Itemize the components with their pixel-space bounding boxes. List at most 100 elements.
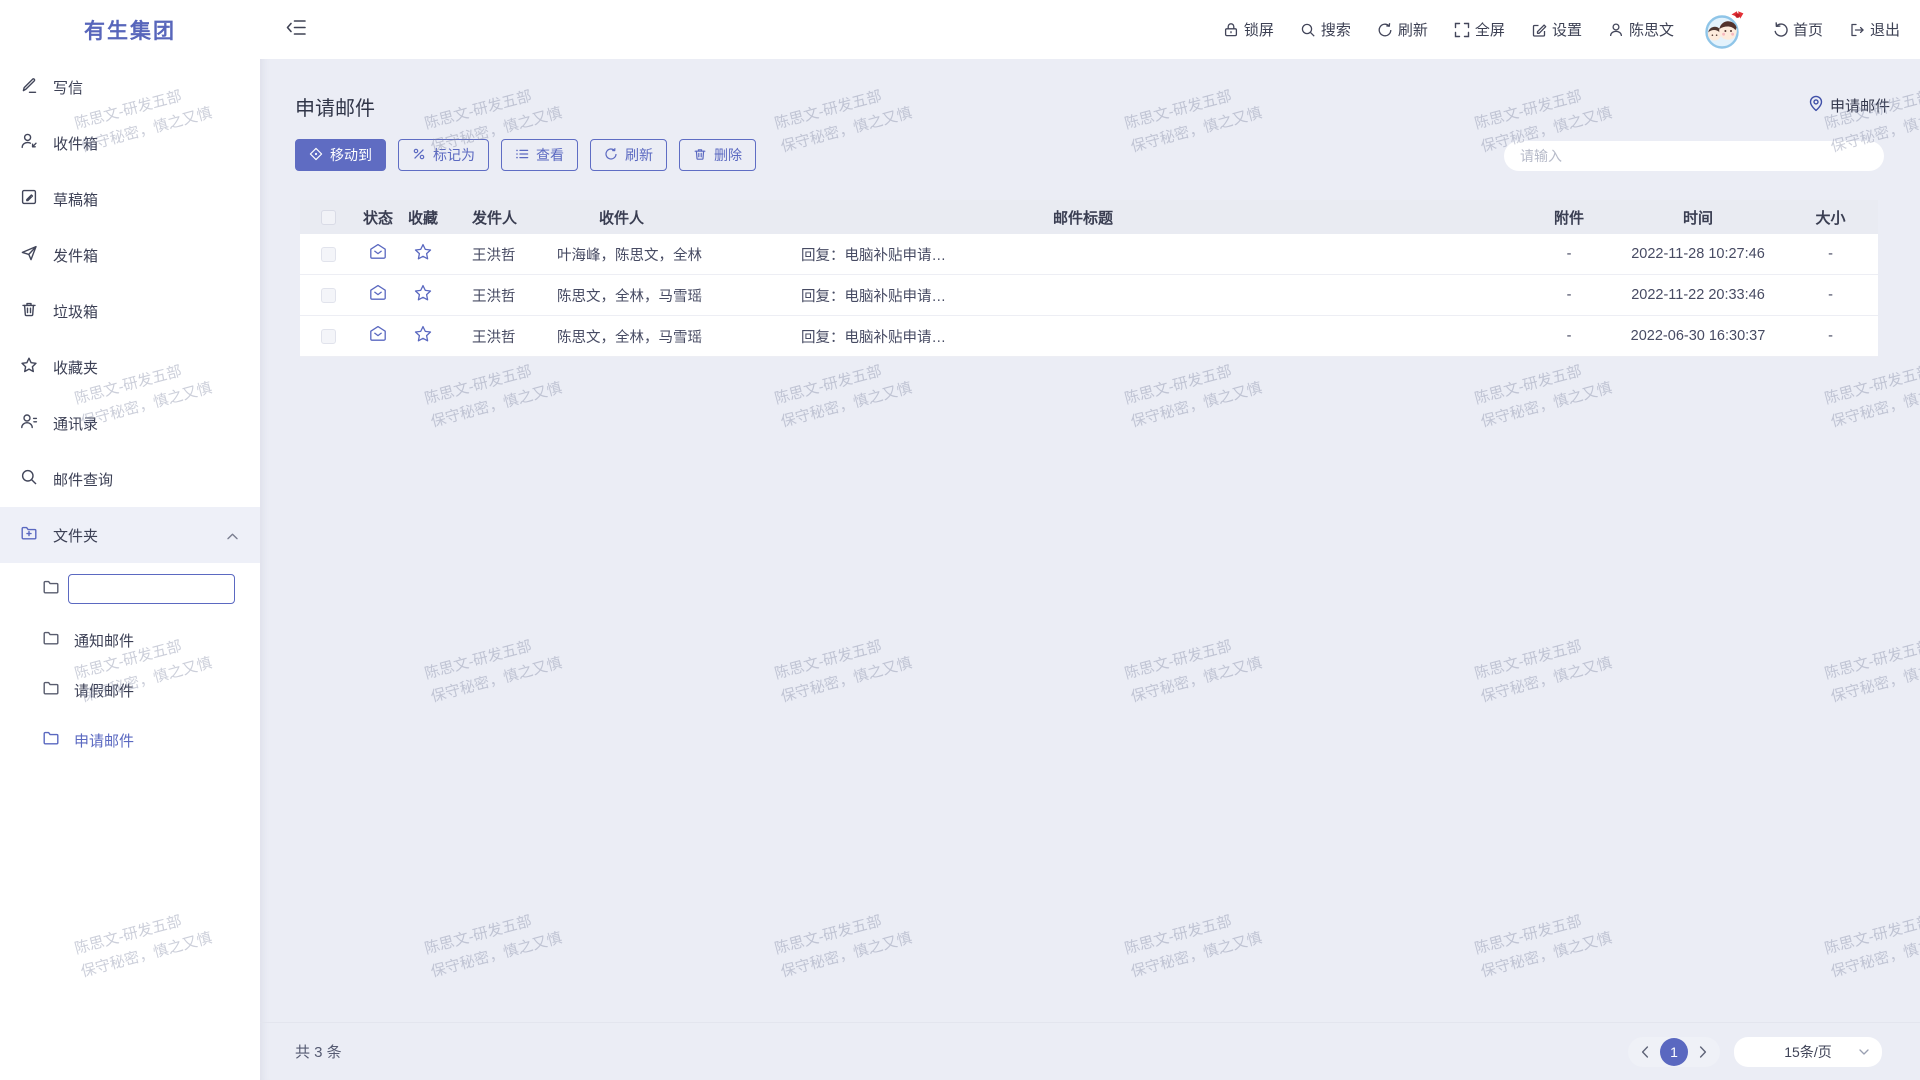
mail-to: 陈思文，全林，马雪瑶: [551, 326, 801, 347]
folder-item-notice[interactable]: 通知邮件: [0, 615, 260, 665]
row-checkbox[interactable]: [321, 288, 336, 303]
chevron-down-icon: [1859, 1049, 1869, 1055]
folder-icon: [42, 629, 60, 651]
toolbar: 移动到 标记为: [295, 139, 756, 171]
settings-button[interactable]: 设置: [1531, 19, 1582, 40]
menu-fold-icon: [286, 19, 306, 41]
sidebar-collapse-button[interactable]: [286, 19, 306, 41]
mail-from: 王洪哲: [446, 285, 551, 306]
sidebar-item-contacts[interactable]: 通讯录: [0, 395, 260, 451]
sidebar-item-trash[interactable]: 垃圾箱: [0, 283, 260, 339]
mail-time: 2022-11-22 20:33:46: [1613, 287, 1783, 303]
refresh-icon: [604, 147, 618, 164]
move-to-button[interactable]: 移动到: [295, 139, 386, 171]
next-page-button[interactable]: [1695, 1040, 1711, 1064]
sidebar-item-drafts[interactable]: 草稿箱: [0, 171, 260, 227]
page-size-select[interactable]: 15条/页: [1734, 1037, 1882, 1067]
mail-subject: 回复：电脑补贴申请…: [801, 244, 1525, 265]
home-button[interactable]: 首页: [1772, 19, 1823, 40]
row-checkbox[interactable]: [321, 247, 336, 262]
mail-time: 2022-11-28 10:27:46: [1613, 246, 1783, 262]
refresh-icon: [1377, 22, 1393, 38]
mail-row[interactable]: 王洪哲 陈思文，全林，马雪瑶 回复：电脑补贴申请… - 2022-11-22 2…: [300, 275, 1878, 316]
mail-attachment: -: [1525, 328, 1613, 344]
sidebar-item-inbox[interactable]: 收件箱: [0, 115, 260, 171]
favorite-star-icon[interactable]: [413, 283, 433, 307]
row-checkbox[interactable]: [321, 329, 336, 344]
favorite-star-icon[interactable]: [413, 324, 433, 348]
sidebar-item-sent[interactable]: 发件箱: [0, 227, 260, 283]
contacts-icon: [20, 412, 38, 434]
trash-icon: [20, 300, 38, 322]
col-attachment: 附件: [1525, 207, 1613, 228]
folder-item-leave[interactable]: 请假邮件: [0, 665, 260, 715]
top-navbar: 有生集团 锁屏: [0, 0, 1920, 59]
draft-icon: [20, 188, 38, 210]
col-to: 收件人: [551, 207, 801, 228]
mark-as-button[interactable]: 标记为: [398, 139, 489, 171]
mail-attachment: -: [1525, 246, 1613, 262]
star-icon: [20, 356, 38, 378]
mail-row[interactable]: 王洪哲 陈思文，全林，马雪瑶 回复：电脑补贴申请… - 2022-06-30 1…: [300, 316, 1878, 357]
trash-icon: [693, 147, 707, 164]
mail-subject: 回复：电脑补贴申请…: [801, 285, 1525, 306]
prev-page-button[interactable]: [1637, 1040, 1653, 1064]
edit-square-icon: [1531, 22, 1547, 38]
folder-item-application[interactable]: 申请邮件: [0, 715, 260, 765]
mark-icon: [412, 147, 426, 164]
user-avatar[interactable]: [1700, 7, 1746, 53]
sidebar-item-mail-search[interactable]: 邮件查询: [0, 451, 260, 507]
back-home-icon: [1772, 22, 1788, 38]
search-button[interactable]: 搜索: [1300, 19, 1351, 40]
mail-to: 叶海峰，陈思文，全林: [551, 244, 801, 265]
topbar-actions: 锁屏 搜索 刷新: [1223, 7, 1900, 53]
current-user-button[interactable]: 陈思文: [1608, 19, 1674, 40]
chevron-up-icon: [227, 527, 238, 544]
mail-attachment: -: [1525, 287, 1613, 303]
sidebar-item-folders[interactable]: 文件夹: [0, 507, 260, 563]
col-subject: 邮件标题: [801, 207, 1525, 228]
refresh-list-button[interactable]: 刷新: [590, 139, 667, 171]
delete-button[interactable]: 删除: [679, 139, 756, 171]
footer: 共 3 条 1 15条/页: [260, 1022, 1920, 1080]
refresh-button[interactable]: 刷新: [1377, 19, 1428, 40]
breadcrumb: 申请邮件: [1808, 95, 1890, 116]
favorite-star-icon[interactable]: [413, 242, 433, 266]
col-time: 时间: [1613, 207, 1783, 228]
mail-from: 王洪哲: [446, 244, 551, 265]
folder-plus-icon: [20, 524, 38, 546]
fullscreen-icon: [1454, 22, 1470, 38]
mail-table: 状态 收藏 发件人 收件人 邮件标题 附件 时间 大小: [300, 200, 1878, 357]
move-icon: [309, 147, 323, 164]
logout-button[interactable]: 退出: [1849, 19, 1900, 40]
new-folder-input[interactable]: [68, 574, 235, 604]
folder-icon: [42, 578, 60, 601]
new-folder-row: [0, 563, 260, 615]
view-button[interactable]: 查看: [501, 139, 578, 171]
col-favorite: 收藏: [400, 207, 446, 228]
mail-read-icon: [368, 242, 388, 266]
table-header: 状态 收藏 发件人 收件人 邮件标题 附件 时间 大小: [300, 200, 1878, 234]
mail-size: -: [1783, 287, 1878, 303]
mail-row[interactable]: 王洪哲 叶海峰，陈思文，全林 回复：电脑补贴申请… - 2022-11-28 1…: [300, 234, 1878, 275]
folder-icon: [42, 729, 60, 751]
inbox-user-icon: [20, 132, 38, 154]
mail-subject: 回复：电脑补贴申请…: [801, 326, 1525, 347]
lock-screen-button[interactable]: 锁屏: [1223, 19, 1274, 40]
sidebar-item-compose[interactable]: 写信: [0, 59, 260, 115]
current-page[interactable]: 1: [1660, 1038, 1688, 1066]
mail-filter-input[interactable]: [1504, 141, 1884, 171]
mail-read-icon: [368, 324, 388, 348]
main-content: 申请邮件 申请邮件 移动到: [260, 59, 1920, 1080]
company-logo: 有生集团: [0, 15, 260, 45]
mail-to: 陈思文，全林，马雪瑶: [551, 285, 801, 306]
user-icon: [1608, 22, 1624, 38]
send-icon: [20, 244, 38, 266]
search-icon: [20, 468, 38, 490]
pagination: 1 15条/页: [1628, 1037, 1882, 1067]
select-all-checkbox[interactable]: [321, 210, 336, 225]
page-title: 申请邮件: [295, 92, 375, 121]
total-count: 共 3 条: [295, 1041, 342, 1062]
sidebar-item-favorites[interactable]: 收藏夹: [0, 339, 260, 395]
fullscreen-button[interactable]: 全屏: [1454, 19, 1505, 40]
